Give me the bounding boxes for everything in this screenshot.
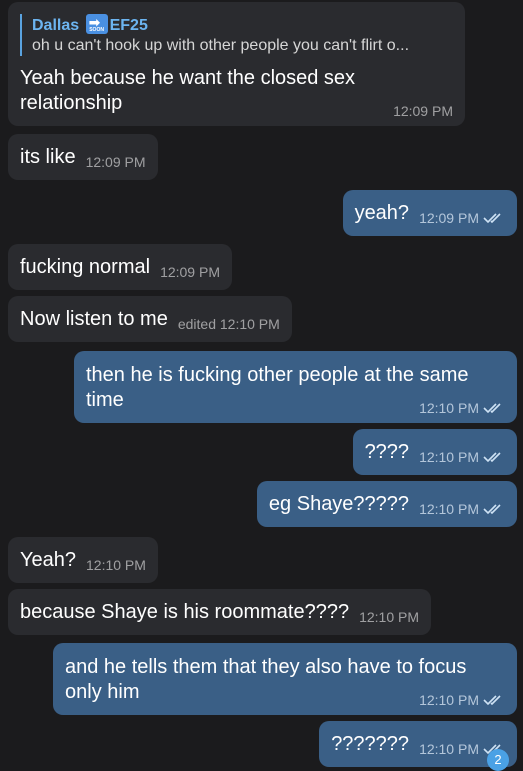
- message-text: because Shaye is his roommate????: [20, 601, 350, 623]
- message-time-read: 12:10 PM: [419, 449, 505, 465]
- unread-count-badge[interactable]: 2: [487, 749, 509, 771]
- message-text: Yeah because he want the closed sex rela…: [20, 67, 356, 114]
- message-bubble-incoming[interactable]: Dallas ➡ SOON EF25 oh u can't hook up with…: [8, 2, 465, 126]
- double-check-icon: [483, 452, 501, 463]
- reply-text: oh u can't hook up with other people you…: [32, 37, 410, 54]
- message-bubble-outgoing[interactable]: yeah? 12:09 PM: [342, 190, 517, 236]
- message-time: 12:09 PM: [160, 264, 220, 280]
- message-bubble-incoming[interactable]: because Shaye is his roommate???? 12:10 P…: [8, 589, 432, 635]
- double-check-icon: [483, 695, 501, 706]
- message-text: fucking normal: [20, 256, 151, 278]
- soon-arrow-emoji: ➡ SOON: [85, 14, 108, 34]
- double-check-icon: [483, 504, 501, 515]
- message-time: 12:09 PM: [85, 154, 146, 170]
- message-text: ????: [364, 441, 410, 463]
- message-bubble-outgoing[interactable]: eg Shaye????? 12:10 PM: [256, 481, 517, 527]
- message-bubble-outgoing[interactable]: and he tells them that they also have to…: [53, 643, 517, 715]
- message-bubble-outgoing[interactable]: then he is fucking other people at the s…: [74, 351, 517, 423]
- message-text: Now listen to me: [20, 308, 168, 330]
- message-time-read: 12:10 PM: [419, 692, 505, 708]
- message-time-read: 12:10 PM: [419, 501, 505, 517]
- double-check-icon: [483, 213, 501, 224]
- message-time: 12:10 PM: [359, 609, 420, 625]
- message-bubble-incoming[interactable]: fucking normal 12:09 PM: [8, 244, 232, 290]
- message-time: 12:09 PM: [393, 103, 453, 119]
- message-bubble-outgoing[interactable]: ???? 12:10 PM: [352, 429, 517, 475]
- message-time-read: 12:09 PM: [419, 210, 505, 226]
- message-text: yeah?: [354, 202, 410, 224]
- message-text: its like: [20, 146, 76, 168]
- message-text: eg Shaye?????: [268, 493, 410, 515]
- message-bubble-incoming[interactable]: Now listen to me edited 12:10 PM: [8, 296, 292, 342]
- message-bubble-incoming[interactable]: Yeah? 12:10 PM: [8, 537, 158, 583]
- double-check-icon: [483, 403, 501, 414]
- message-time-read: 12:10 PM: [419, 400, 505, 416]
- reply-author: Dallas ➡ SOON EF25: [32, 14, 148, 34]
- message-text: ???????: [331, 733, 410, 755]
- message-text: Yeah?: [20, 549, 76, 571]
- reply-quote[interactable]: Dallas ➡ SOON EF25 oh u can't hook up with…: [20, 14, 453, 56]
- message-time: 12:10 PM: [86, 557, 146, 573]
- message-bubble-incoming[interactable]: its like 12:09 PM: [8, 134, 158, 180]
- message-time: edited 12:10 PM: [177, 316, 280, 332]
